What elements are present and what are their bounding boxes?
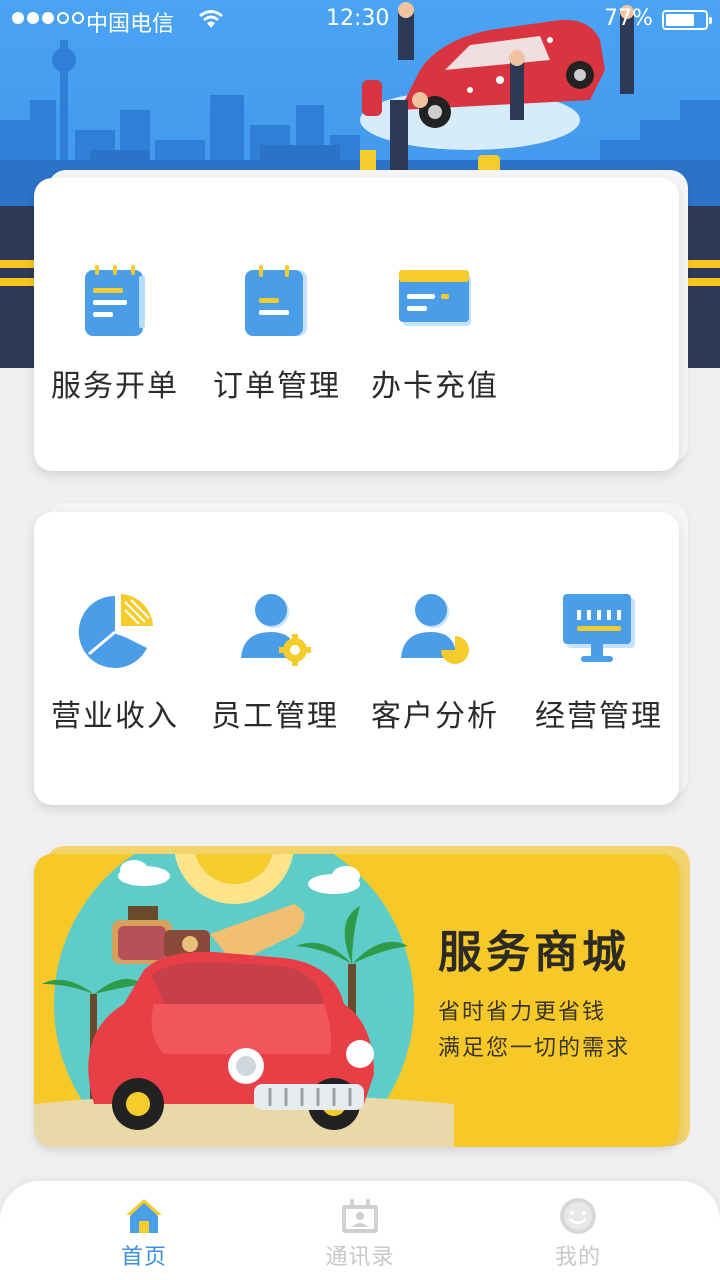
- carrier-name: 中国电信: [86, 12, 175, 37]
- notepad-icon: [85, 265, 145, 336]
- status-time: 12:30: [326, 6, 390, 31]
- employee-management-label: 员工管理: [211, 699, 339, 734]
- smiley-icon: [560, 1198, 596, 1234]
- order-clipboard-icon: [245, 265, 307, 336]
- battery-percent: 77%: [604, 6, 653, 31]
- tab-home-label: 首页: [120, 1245, 167, 1270]
- mall-title: 服务商城: [438, 927, 630, 978]
- services-card: 服务开单 订单管理 办卡充值: [34, 178, 679, 471]
- card-recharge-label: 办卡充值: [371, 369, 499, 404]
- tab-home[interactable]: 首页: [74, 1181, 214, 1280]
- tab-mine-label: 我的: [554, 1245, 601, 1270]
- mall-slogan-2: 满足您一切的需求: [438, 1036, 631, 1061]
- wifi-icon: [199, 10, 223, 28]
- management-card: 营业收入 员工管理 客户分析 经营管理: [34, 512, 679, 805]
- pie-chart-icon: [78, 594, 153, 668]
- home-icon: [126, 1199, 162, 1233]
- tab-contacts-label: 通讯录: [325, 1245, 395, 1270]
- bottom-tab-bar: 首页 通讯录 我的: [0, 1181, 720, 1280]
- road-trip-car-illustration: [34, 854, 454, 1147]
- service-order-item[interactable]: 服务开单: [34, 262, 196, 422]
- tab-contacts[interactable]: 通讯录: [290, 1181, 430, 1280]
- order-management-item[interactable]: 订单管理: [196, 262, 358, 422]
- tab-mine[interactable]: 我的: [508, 1181, 648, 1280]
- service-mall-banner[interactable]: 服务商城 省时省力更省钱 满足您一切的需求: [34, 854, 679, 1147]
- signal-strength-icon: [12, 12, 84, 24]
- business-management-label: 经营管理: [535, 699, 663, 734]
- employee-management-item[interactable]: 员工管理: [194, 592, 356, 752]
- customer-chart-icon: [401, 594, 469, 664]
- mall-slogan-1: 省时省力更省钱: [438, 1000, 607, 1025]
- contacts-icon: [342, 1199, 378, 1233]
- service-order-label: 服务开单: [51, 369, 179, 404]
- card-recharge-item[interactable]: 办卡充值: [354, 262, 516, 422]
- revenue-label: 营业收入: [51, 699, 179, 734]
- card-icon: [399, 270, 471, 326]
- monitor-icon: [563, 594, 635, 662]
- business-management-item[interactable]: 经营管理: [518, 592, 680, 752]
- status-bar: 中国电信 12:30 77%: [0, 0, 720, 38]
- employee-gear-icon: [241, 594, 311, 666]
- battery-icon: [662, 10, 712, 30]
- order-management-label: 订单管理: [213, 369, 341, 404]
- revenue-item[interactable]: 营业收入: [34, 592, 196, 752]
- customer-analysis-item[interactable]: 客户分析: [354, 592, 516, 752]
- customer-analysis-label: 客户分析: [371, 699, 499, 734]
